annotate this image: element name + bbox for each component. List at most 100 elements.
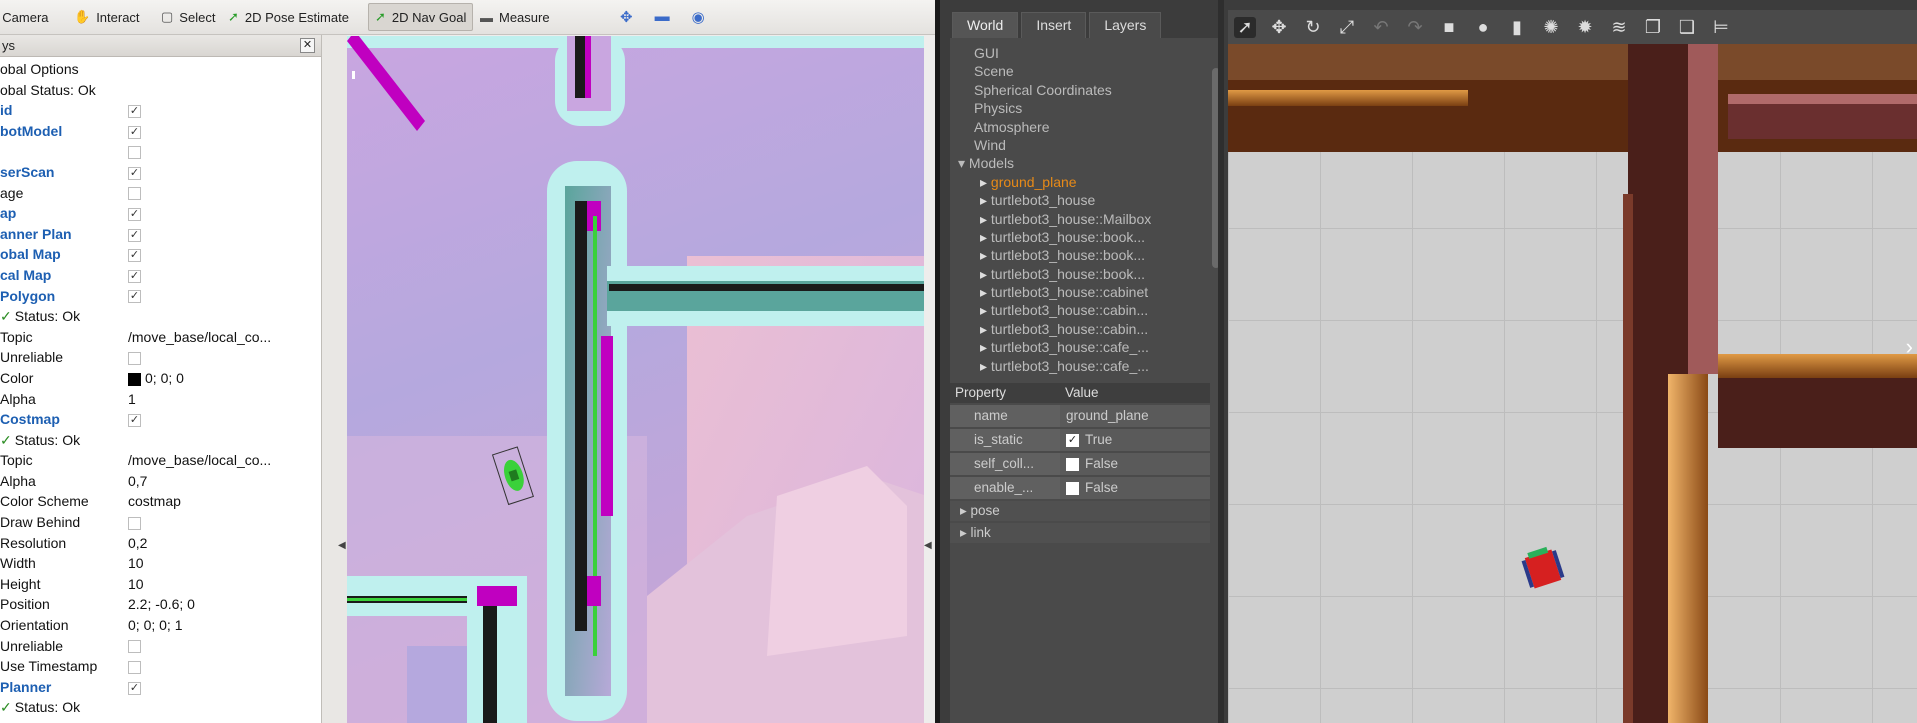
- display-row[interactable]: cal Map ✓: [0, 265, 305, 286]
- enabled-checkbox[interactable]: ✓: [128, 269, 141, 283]
- redo-icon[interactable]: ↷: [1404, 17, 1426, 38]
- display-row[interactable]: Use Timestamp: [0, 656, 305, 677]
- display-row[interactable]: Draw Behind: [0, 512, 305, 533]
- property-value[interactable]: False: [1060, 453, 1210, 475]
- expand-right-icon[interactable]: ▸: [980, 302, 991, 318]
- rviz-map-viewport[interactable]: [347, 36, 924, 723]
- property-checkbox[interactable]: [1066, 481, 1079, 495]
- copy-icon[interactable]: ❐: [1642, 17, 1664, 38]
- display-row[interactable]: Polygon ✓: [0, 286, 305, 307]
- display-row[interactable]: Orientation 0; 0; 0; 1: [0, 615, 305, 636]
- world-tree-item[interactable]: ▾ Models: [950, 154, 1210, 172]
- display-row[interactable]: botModel ✓: [0, 121, 305, 142]
- cylinder-shape-icon[interactable]: ▮: [1506, 17, 1528, 38]
- directional-light-icon[interactable]: ≋: [1608, 17, 1630, 38]
- world-tree-item[interactable]: ▸ turtlebot3_house::cafe_...: [950, 357, 1210, 375]
- expand-right-icon[interactable]: ▸: [980, 192, 991, 208]
- rotate-icon[interactable]: ↻: [1302, 17, 1324, 38]
- enabled-checkbox[interactable]: ✓: [128, 413, 141, 427]
- tab-world[interactable]: World: [952, 12, 1019, 38]
- enabled-checkbox[interactable]: ✓: [128, 681, 141, 695]
- display-row[interactable]: anner Plan ✓: [0, 224, 305, 245]
- box-shape-icon[interactable]: ■: [1438, 17, 1460, 38]
- toolbar-select-button[interactable]: ▢ Select: [155, 3, 221, 31]
- expand-right-icon[interactable]: ▸: [980, 174, 991, 190]
- checkbox[interactable]: [128, 187, 141, 201]
- world-tree-item[interactable]: GUI: [950, 44, 1210, 62]
- enabled-checkbox[interactable]: ✓: [128, 125, 141, 139]
- checkbox[interactable]: [128, 352, 141, 366]
- panel-splitter[interactable]: [322, 35, 347, 723]
- expand-right-icon[interactable]: ▸: [960, 525, 971, 540]
- display-row[interactable]: Width 10: [0, 553, 305, 574]
- expand-right-icon[interactable]: ▸: [980, 247, 991, 263]
- world-tree-item[interactable]: ▸ turtlebot3_house::cabin...: [950, 320, 1210, 338]
- zoom-out-icon[interactable]: ▬: [655, 8, 670, 26]
- expand-right-icon[interactable]: ▸: [980, 266, 991, 282]
- display-row[interactable]: ✓ Status: Ok: [0, 430, 305, 451]
- world-tree-item[interactable]: ▸ turtlebot3_house::book...: [950, 228, 1210, 246]
- property-value[interactable]: ground_plane: [1060, 405, 1210, 427]
- property-value[interactable]: ✓ True: [1060, 429, 1210, 451]
- spot-light-icon[interactable]: ✹: [1574, 17, 1596, 38]
- display-row[interactable]: Resolution 0,2: [0, 533, 305, 554]
- collapse-left-icon[interactable]: ◀: [338, 540, 346, 551]
- display-row[interactable]: Position 2.2; -0.6; 0: [0, 594, 305, 615]
- expand-right-icon[interactable]: ▸: [980, 358, 991, 374]
- toolbar-measure-button[interactable]: ▬ Measure: [474, 3, 556, 31]
- expand-right-icon[interactable]: ▸: [960, 503, 971, 518]
- enabled-checkbox[interactable]: ✓: [128, 166, 141, 180]
- checkbox[interactable]: [128, 640, 141, 654]
- translate-icon[interactable]: ✥: [1268, 17, 1290, 38]
- world-tree-item[interactable]: Scene: [950, 62, 1210, 80]
- display-row[interactable]: obal Options: [0, 59, 305, 80]
- chevron-right-icon[interactable]: ›: [1906, 334, 1913, 360]
- collapse-right-icon[interactable]: ◀: [924, 540, 932, 551]
- display-row[interactable]: Alpha 1: [0, 389, 305, 410]
- scale-icon[interactable]: ⤢: [1336, 17, 1358, 38]
- expand-right-icon[interactable]: ▸: [980, 321, 991, 337]
- property-value[interactable]: False: [1060, 477, 1210, 499]
- display-row[interactable]: Topic/move_base/local_co...: [0, 327, 305, 348]
- property-expander-link[interactable]: ▸ link: [950, 523, 1210, 543]
- world-tree-item[interactable]: ▸ turtlebot3_house::cabinet: [950, 283, 1210, 301]
- world-tree-item[interactable]: Spherical Coordinates: [950, 81, 1210, 99]
- expand-right-icon[interactable]: ▸: [980, 284, 991, 300]
- gazebo-3d-viewport[interactable]: ›: [1228, 44, 1917, 723]
- display-row[interactable]: Topic/move_base/local_co...: [0, 450, 305, 471]
- display-row[interactable]: Color Scheme costmap: [0, 491, 305, 512]
- display-row[interactable]: Alpha 0,7: [0, 471, 305, 492]
- display-row[interactable]: obal Status: Ok: [0, 80, 305, 101]
- select-arrow-icon[interactable]: ➚: [1234, 16, 1256, 38]
- display-row[interactable]: Unreliable: [0, 347, 305, 368]
- move-camera-icon[interactable]: ✥: [620, 8, 633, 26]
- world-tree-item[interactable]: Wind: [950, 136, 1210, 154]
- display-row[interactable]: Planner ✓: [0, 677, 305, 698]
- tab-insert[interactable]: Insert: [1021, 12, 1087, 38]
- enabled-checkbox[interactable]: ✓: [128, 207, 141, 221]
- undo-icon[interactable]: ↶: [1370, 17, 1392, 38]
- checkbox[interactable]: [128, 146, 141, 160]
- display-row[interactable]: Costmap ✓: [0, 409, 305, 430]
- close-icon[interactable]: ✕: [300, 38, 315, 53]
- toolbar-camera-button[interactable]: ▭Camera: [0, 3, 55, 31]
- gazebo-splitter[interactable]: [1218, 0, 1224, 723]
- checkbox[interactable]: [128, 661, 141, 675]
- enabled-checkbox[interactable]: ✓: [128, 249, 141, 263]
- display-row[interactable]: Height 10: [0, 574, 305, 595]
- display-row[interactable]: age: [0, 183, 305, 204]
- display-row[interactable]: ✓ Status: Ok: [0, 306, 305, 327]
- expand-right-icon[interactable]: ▸: [980, 229, 991, 245]
- display-row[interactable]: serScan ✓: [0, 162, 305, 183]
- checkbox[interactable]: [128, 516, 141, 530]
- paste-icon[interactable]: ❑: [1676, 17, 1698, 38]
- sphere-shape-icon[interactable]: ●: [1472, 17, 1494, 38]
- display-row[interactable]: Color 0; 0; 0: [0, 368, 305, 389]
- toolbar-interact-button[interactable]: ✋ Interact: [68, 3, 146, 31]
- expand-right-icon[interactable]: ▸: [980, 339, 991, 355]
- display-row[interactable]: obal Map ✓: [0, 244, 305, 265]
- property-expander-pose[interactable]: ▸ pose: [950, 501, 1210, 521]
- property-checkbox[interactable]: ✓: [1066, 433, 1079, 447]
- world-tree-item[interactable]: ▸ ground_plane: [950, 173, 1210, 191]
- tab-layers[interactable]: Layers: [1089, 12, 1162, 38]
